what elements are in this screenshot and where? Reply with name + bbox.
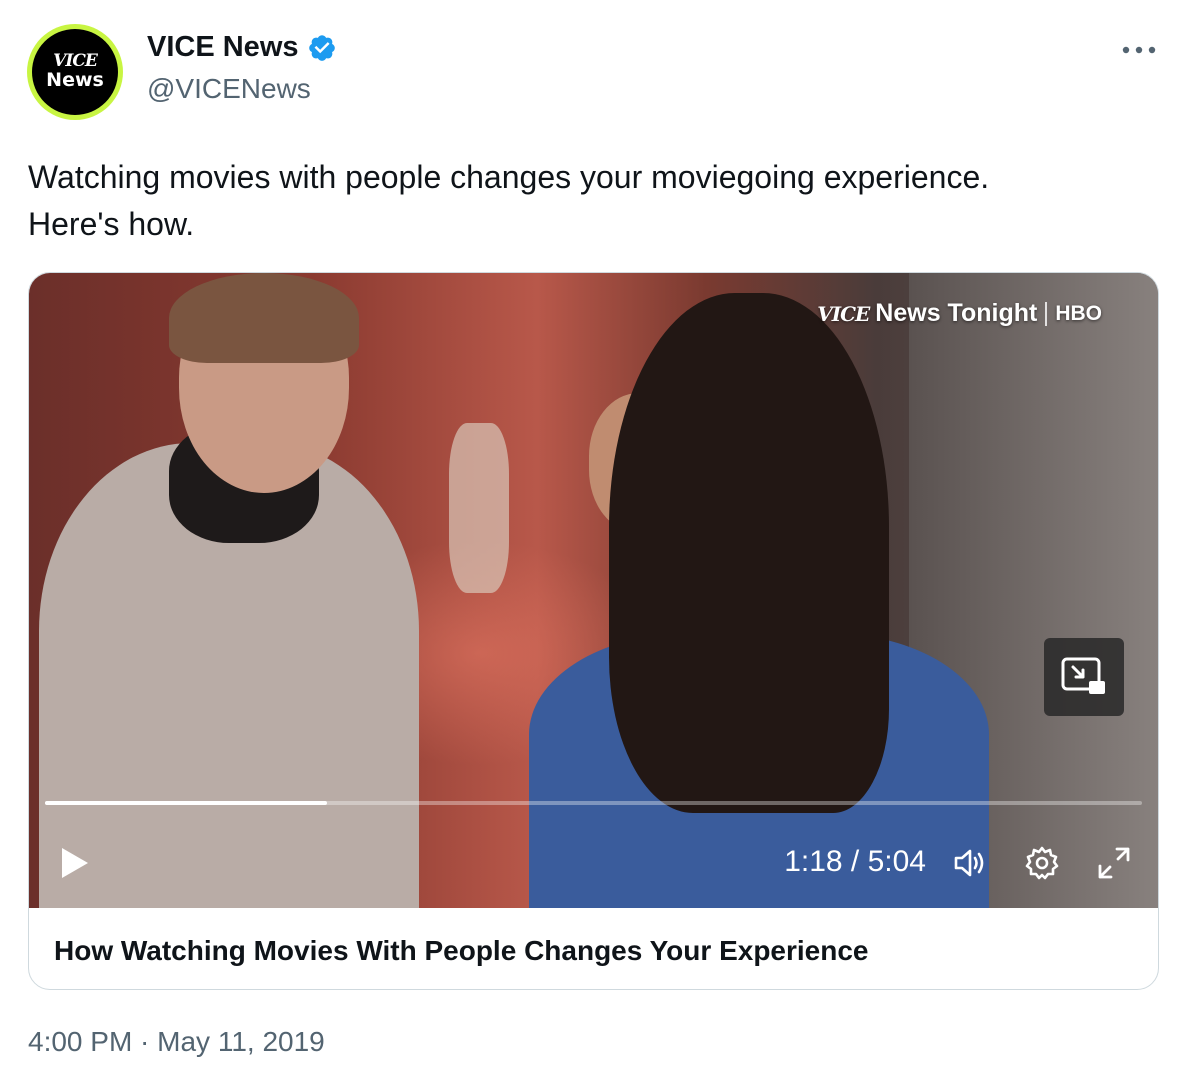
video-card-title[interactable]: How Watching Movies With People Changes … [54, 935, 869, 967]
video-card[interactable]: VICE News Tonight HBO 1:18 / 5:04 How Wa… [28, 272, 1159, 990]
author-display-name[interactable]: VICE News [147, 31, 299, 64]
author-name-row[interactable]: VICE News [147, 31, 337, 64]
watermark-divider [1045, 301, 1048, 326]
video-time-display: 1:18 / 5:04 [784, 845, 926, 878]
volume-icon[interactable] [950, 843, 990, 883]
avatar-logo-news: News [46, 69, 104, 91]
tweet-text: Watching movies with people changes your… [28, 154, 1148, 248]
picture-in-picture-button[interactable] [1044, 638, 1124, 716]
tweet-timestamp[interactable]: 4:00 PM · May 11, 2019 [28, 1026, 325, 1058]
watermark-vice-logo: VICE [817, 301, 870, 326]
more-dots [1122, 46, 1156, 54]
play-icon[interactable] [59, 845, 91, 881]
avatar-logo-vice: VICE [53, 51, 98, 71]
video-frame-background-person [449, 423, 509, 593]
video-watermark: VICE News Tonight HBO [817, 299, 1102, 328]
avatar[interactable]: VICE News [27, 24, 123, 120]
fullscreen-icon[interactable] [1094, 843, 1134, 883]
tweet-text-line-2: Here's how. [28, 206, 195, 242]
avatar-logo: VICE News [32, 29, 118, 115]
picture-in-picture-icon [1061, 657, 1105, 694]
video-frame-woman-hair [609, 293, 889, 813]
video-progress-bar[interactable] [45, 801, 1142, 805]
video-progress-fill [45, 801, 327, 805]
settings-icon[interactable] [1022, 843, 1062, 883]
video-controls: 1:18 / 5:04 [29, 833, 1158, 893]
author-handle[interactable]: @VICENews [147, 73, 311, 105]
video-player[interactable]: VICE News Tonight HBO 1:18 / 5:04 [29, 273, 1158, 908]
tweet-text-line-1: Watching movies with people changes your… [28, 159, 990, 195]
video-frame-man-hair [169, 273, 359, 363]
verified-badge-icon [308, 34, 335, 61]
more-horizontal-icon[interactable] [1122, 36, 1156, 56]
watermark-network: HBO [1055, 301, 1102, 325]
watermark-show-name: News Tonight [875, 299, 1038, 327]
